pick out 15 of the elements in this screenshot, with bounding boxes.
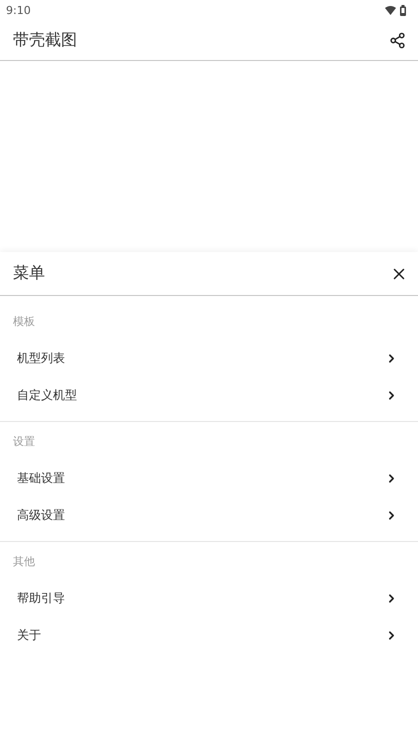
section-header: 设置 [13, 434, 35, 448]
menu-title: 菜单 [13, 263, 45, 284]
app-title: 带壳截图 [13, 30, 77, 50]
menu-item[interactable]: 帮助引导 [0, 580, 418, 617]
menu-item[interactable]: 自定义机型 [0, 377, 418, 414]
section-header: 其他 [13, 554, 35, 568]
share-icon [389, 32, 406, 48]
menu-item[interactable]: 机型列表 [0, 340, 418, 377]
section-header: 模板 [13, 314, 35, 328]
wifi-icon [385, 6, 396, 14]
battery-icon [400, 4, 406, 16]
status-time: 9:10 [6, 4, 31, 16]
menu-item[interactable]: 高级设置 [0, 497, 418, 534]
menu-item[interactable]: 关于 [0, 617, 418, 654]
menu-item[interactable]: 基础设置 [0, 460, 418, 497]
